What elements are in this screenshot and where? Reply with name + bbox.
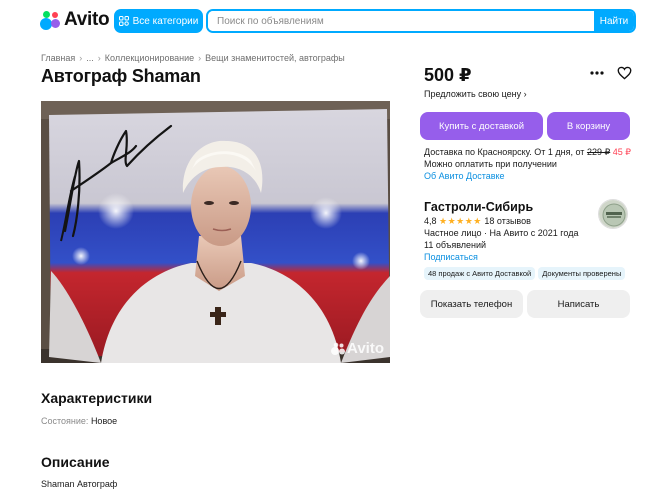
- delivery-new-price: 45 ₽: [612, 147, 631, 157]
- search-bar: Найти: [206, 9, 636, 33]
- item-photo[interactable]: Avito: [41, 101, 390, 363]
- condition-label: Состояние:: [41, 416, 89, 426]
- logo-text: Avito: [64, 9, 110, 30]
- condition-value: Новое: [90, 416, 118, 426]
- avito-logo-icon: [40, 10, 60, 30]
- search-button[interactable]: Найти: [594, 11, 634, 31]
- badge-sales: 48 продаж с Авито Доставкой: [424, 267, 536, 280]
- more-options-icon[interactable]: [590, 71, 604, 75]
- offer-price-label: Предложить свою цену: [424, 89, 522, 99]
- add-to-cart-button[interactable]: В корзину: [547, 112, 630, 140]
- breadcrumb-item-celebrity[interactable]: Вещи знаменитостей, автографы: [205, 53, 345, 63]
- seller-name[interactable]: Гастроли-Сибирь: [424, 200, 533, 214]
- delivery-info: Доставка по Красноярску. От 1 дня, от 22…: [424, 146, 631, 182]
- write-message-button[interactable]: Написать: [527, 290, 630, 318]
- watermark-text: Avito: [347, 340, 384, 357]
- payment-on-receipt: Можно оплатить при получении: [424, 159, 557, 169]
- breadcrumb-item-ellipsis[interactable]: ...: [86, 53, 94, 63]
- show-phone-button[interactable]: Показать телефон: [420, 290, 523, 318]
- condition-row: Состояние: Новое: [41, 416, 117, 426]
- characteristics-heading: Характеристики: [41, 390, 153, 406]
- avito-logo[interactable]: Avito: [40, 9, 110, 31]
- seller-listings[interactable]: 11 объявлений: [424, 239, 578, 251]
- all-categories-button[interactable]: Все категории: [114, 9, 203, 33]
- delivery-text: Доставка по Красноярску. От 1 дня, от: [424, 147, 585, 157]
- buy-with-delivery-button[interactable]: Купить с доставкой: [420, 112, 543, 140]
- rating-stars-icon: ★★★★★: [439, 216, 482, 226]
- delivery-line: Доставка по Красноярску. От 1 дня, от 22…: [424, 146, 631, 158]
- description-text: Shaman Автограф: [41, 479, 118, 489]
- seller-reviews: 18 отзывов: [484, 216, 531, 226]
- seller-badges: 48 продаж с Авито Доставкой Документы пр…: [424, 267, 626, 280]
- favorite-heart-icon[interactable]: [617, 66, 632, 80]
- breadcrumb: Главная › ... › Коллекционирование › Вещ…: [41, 53, 345, 63]
- all-categories-label: Все категории: [132, 15, 199, 27]
- seller-avatar-image: [599, 200, 627, 228]
- description-heading: Описание: [41, 454, 110, 470]
- badge-documents: Документы проверены: [538, 267, 626, 280]
- chevron-right-icon: ›: [97, 53, 101, 63]
- avito-watermark: Avito: [331, 340, 384, 357]
- item-actions: [590, 66, 632, 80]
- avito-watermark-icon: [331, 342, 346, 355]
- seller-info: 4,8 ★★★★★ 18 отзывов Частное лицо · На А…: [424, 215, 578, 263]
- delivery-old-price: 229 ₽: [586, 147, 611, 157]
- chevron-right-icon: ›: [198, 53, 202, 63]
- seller-rating-row[interactable]: 4,8 ★★★★★ 18 отзывов: [424, 215, 578, 227]
- avatar[interactable]: [598, 199, 628, 229]
- header: Avito Все категории Найти: [0, 0, 660, 40]
- breadcrumb-item-home[interactable]: Главная: [41, 53, 75, 63]
- breadcrumb-item-collecting[interactable]: Коллекционирование: [105, 53, 194, 63]
- contact-buttons: Показать телефон Написать: [420, 290, 630, 318]
- purchase-buttons: Купить с доставкой В корзину: [420, 112, 630, 140]
- about-delivery-link[interactable]: Об Авито Доставке: [424, 170, 631, 182]
- chevron-right-icon: ›: [79, 53, 83, 63]
- autograph-photo-image: [41, 101, 390, 363]
- page-title: Автограф Shaman: [41, 66, 201, 86]
- search-input[interactable]: [208, 11, 594, 31]
- chevron-right-icon: ›: [523, 89, 527, 99]
- categories-icon: [118, 16, 129, 26]
- seller-rating: 4,8: [424, 216, 437, 226]
- subscribe-link[interactable]: Подписаться: [424, 251, 578, 263]
- offer-price-link[interactable]: Предложить свою цену ›: [424, 89, 527, 99]
- item-price: 500 ₽: [424, 65, 472, 85]
- seller-type: Частное лицо · На Авито с 2021 года: [424, 228, 579, 238]
